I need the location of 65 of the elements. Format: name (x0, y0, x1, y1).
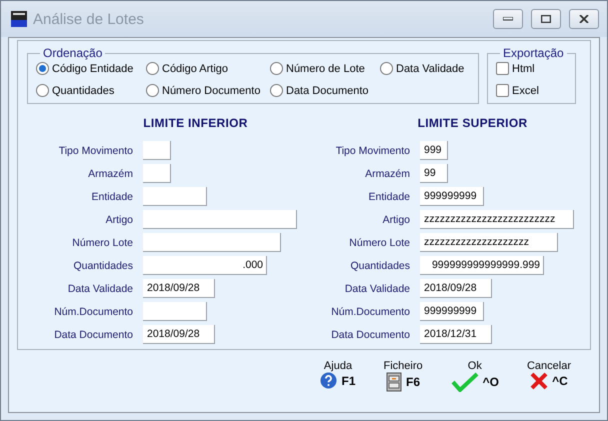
input-field[interactable] (143, 164, 171, 183)
field-label: Data Validade (66, 282, 133, 294)
input-field[interactable]: 2018/09/28 (420, 279, 492, 298)
field-label: Tipo Movimento (334, 144, 410, 156)
field-label: Núm.Documento (330, 306, 410, 318)
input-field[interactable]: 999999999 (420, 302, 484, 321)
field-label: Armazém (87, 168, 133, 180)
input-field[interactable]: 2018/12/31 (420, 325, 492, 344)
field-label: Data Documento (330, 328, 410, 340)
cancel-button[interactable]: Cancelar ^C (526, 360, 571, 392)
input-field[interactable]: 99 (420, 164, 448, 183)
group-title: Exportação (502, 46, 565, 60)
radio-option[interactable]: Data Documento (270, 84, 369, 97)
input-field[interactable]: 999999999 (420, 187, 484, 206)
field-label: Artigo (104, 214, 133, 226)
field-label: Data Documento (53, 328, 133, 340)
minimize-button[interactable] (493, 9, 523, 29)
checkbox-option[interactable]: Excel (496, 84, 556, 97)
field-label: Núm.Documento (53, 306, 133, 318)
checkbox-option[interactable]: Html (496, 62, 556, 75)
radio-option[interactable]: Número de Lote (270, 62, 365, 75)
field-label: Número Lote (348, 236, 410, 248)
help-button[interactable]: Ajuda F1 (320, 360, 356, 392)
window-title: Análise de Lotes (33, 10, 145, 28)
radio-option[interactable]: Quantidades (36, 84, 114, 97)
radio-option[interactable]: Data Validade (380, 62, 464, 75)
input-field[interactable]: 999999999999999.999 (420, 256, 544, 275)
field-label: Tipo Movimento (58, 144, 133, 156)
radio-option[interactable]: Código Entidade (36, 62, 134, 75)
input-field[interactable]: 2018/09/28 (143, 325, 215, 344)
field-label: Número Lote (71, 236, 133, 248)
checkmark-icon (450, 372, 479, 392)
input-field[interactable] (143, 302, 207, 321)
field-label: Entidade (90, 190, 133, 202)
input-field[interactable]: .000 (143, 256, 267, 275)
input-field[interactable] (143, 141, 171, 160)
close-icon (530, 372, 548, 390)
input-field[interactable]: zzzzzzzzzzzzzzzzzzzzzzzzz (420, 210, 574, 229)
file-cabinet-icon (386, 372, 402, 392)
input-field[interactable] (143, 210, 297, 229)
file-button[interactable]: Ficheiro F6 (384, 360, 423, 392)
maximize-icon (541, 15, 551, 23)
section-heading: LIMITE SUPERIOR (416, 116, 528, 130)
close-icon (579, 15, 589, 23)
section-heading: LIMITE INFERIOR (142, 116, 249, 130)
radio-option[interactable]: Código Artigo (146, 62, 228, 75)
field-label: Armazém (364, 168, 410, 180)
field-label: Quantidades (349, 260, 410, 272)
input-field[interactable]: 2018/09/28 (143, 279, 215, 298)
input-field[interactable] (143, 187, 207, 206)
maximize-button[interactable] (531, 9, 561, 29)
minimize-icon (503, 17, 513, 21)
help-icon (320, 372, 338, 389)
field-label: Quantidades (72, 260, 133, 272)
field-label: Artigo (382, 214, 410, 226)
close-button[interactable] (569, 9, 599, 29)
field-label: Entidade (368, 190, 410, 202)
group-title: Ordenação (42, 46, 104, 60)
app-icon (11, 11, 27, 27)
field-label: Data Validade (344, 282, 410, 294)
input-field[interactable]: zzzzzzzzzzzzzzzzzzzz (420, 233, 558, 252)
input-field[interactable] (143, 233, 281, 252)
input-field[interactable]: 999 (420, 141, 448, 160)
ok-button[interactable]: Ok ^O (450, 360, 499, 392)
radio-option[interactable]: Número Documento (146, 84, 260, 97)
